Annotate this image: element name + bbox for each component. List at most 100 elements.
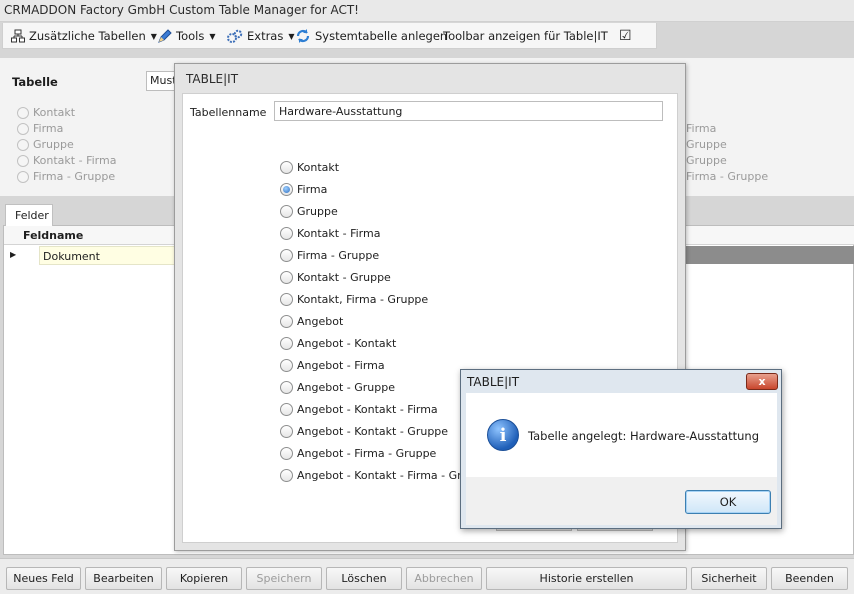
option-kontakt-firma[interactable]: Kontakt - Firma xyxy=(280,227,380,240)
bg-radio-label: Firma - Gruppe xyxy=(33,170,116,183)
option-label: Firma xyxy=(297,183,328,196)
option-gruppe[interactable]: Gruppe xyxy=(280,205,338,218)
tools-label: Tools xyxy=(176,29,205,43)
option-angebot-firma-gruppe[interactable]: Angebot - Firma - Gruppe xyxy=(280,447,436,460)
radio-icon xyxy=(17,106,29,119)
bg-right-option[interactable]: Gruppe xyxy=(686,154,727,167)
abbrechen-button[interactable]: Abbrechen xyxy=(406,567,482,590)
zusaetzliche-tabellen-label: Zusätzliche Tabellen xyxy=(29,29,146,43)
bg-radio-label: Gruppe xyxy=(33,138,74,151)
toolbar: Zusätzliche Tabellen ▼ Tools ▼ Extras ▼ … xyxy=(2,23,657,49)
close-icon: x xyxy=(758,375,766,388)
option-label: Angebot xyxy=(297,315,344,328)
option-label: Angebot - Gruppe xyxy=(297,381,395,394)
bearbeiten-button[interactable]: Bearbeiten xyxy=(85,567,162,590)
bg-radio-firma[interactable]: Firma xyxy=(17,122,63,135)
radio-icon xyxy=(280,249,293,262)
bg-right-option[interactable]: Firma - Gruppe xyxy=(686,170,768,183)
bg-radio-label: Kontakt xyxy=(33,106,76,119)
tabelle-label: Tabelle xyxy=(12,75,58,89)
option-kontakt[interactable]: Kontakt xyxy=(280,161,339,174)
speichern-button[interactable]: Speichern xyxy=(246,567,322,590)
option-angebot-kontakt[interactable]: Angebot - Kontakt xyxy=(280,337,396,350)
radio-icon xyxy=(280,293,293,306)
option-firma[interactable]: Firma xyxy=(280,183,327,196)
message-box-title: TABLE|IT xyxy=(467,375,520,389)
bg-right-option[interactable]: Gruppe xyxy=(686,138,727,151)
app-title: CRMADDON Factory GmbH Custom Table Manag… xyxy=(4,3,359,17)
systemtabelle-anlegen-button[interactable]: Systemtabelle anlegen xyxy=(295,27,447,45)
chevron-down-icon: ▼ xyxy=(209,31,216,41)
tabellenname-input[interactable] xyxy=(274,101,663,121)
chevron-down-icon: ▼ xyxy=(288,31,295,41)
pencil-icon xyxy=(158,28,172,43)
table-tree-icon xyxy=(11,29,25,43)
option-kontakt-firma-gruppe[interactable]: Kontakt, Firma - Gruppe xyxy=(280,293,428,306)
historie-erstellen-button[interactable]: Historie erstellen xyxy=(486,567,687,590)
radio-icon xyxy=(280,403,293,416)
radio-icon xyxy=(280,469,293,482)
option-label: Angebot - Kontakt - Gruppe xyxy=(297,425,449,438)
row-indicator-icon: ▶ xyxy=(10,250,17,259)
bg-radio-kontakt[interactable]: Kontakt xyxy=(17,106,75,119)
zusaetzliche-tabellen-menu[interactable]: Zusätzliche Tabellen ▼ xyxy=(11,27,157,45)
tools-menu[interactable]: Tools ▼ xyxy=(157,27,216,45)
radio-icon xyxy=(280,315,293,328)
loeschen-button[interactable]: Löschen xyxy=(326,567,402,590)
option-label: Kontakt, Firma - Gruppe xyxy=(297,293,429,306)
close-button[interactable]: x xyxy=(746,373,778,390)
radio-icon xyxy=(17,138,29,151)
toolbar-anzeigen-button[interactable]: Toolbar anzeigen für Table|IT xyxy=(443,27,608,45)
option-label: Kontakt - Firma xyxy=(297,227,381,240)
option-angebot-kontakt-gruppe[interactable]: Angebot - Kontakt - Gruppe xyxy=(280,425,448,438)
chevron-down-icon: ▼ xyxy=(150,31,157,41)
option-angebot-kontakt-firma[interactable]: Angebot - Kontakt - Firma xyxy=(280,403,438,416)
option-angebot-kontakt-firma-gruppe[interactable]: Angebot - Kontakt - Firma - Gruppe xyxy=(280,469,489,482)
bg-radio-gruppe[interactable]: Gruppe xyxy=(17,138,74,151)
radio-icon xyxy=(280,381,293,394)
refresh-icon xyxy=(296,29,310,43)
tab-felder[interactable]: Felder xyxy=(5,204,53,226)
info-icon: i xyxy=(487,419,519,451)
radio-icon xyxy=(280,161,293,174)
option-angebot-gruppe[interactable]: Angebot - Gruppe xyxy=(280,381,395,394)
radio-selected-icon xyxy=(280,183,293,196)
option-label: Angebot - Firma xyxy=(297,359,385,372)
option-angebot-firma[interactable]: Angebot - Firma xyxy=(280,359,385,372)
radio-icon xyxy=(280,227,293,240)
dialog-title: TABLE|IT xyxy=(186,72,239,86)
beenden-button[interactable]: Beenden xyxy=(771,567,848,590)
option-label: Firma - Gruppe xyxy=(297,249,380,262)
neues-feld-button[interactable]: Neues Feld xyxy=(6,567,81,590)
radio-icon xyxy=(280,447,293,460)
option-angebot[interactable]: Angebot xyxy=(280,315,343,328)
radio-icon xyxy=(280,271,293,284)
toolbar-check-icon[interactable]: ☑ xyxy=(619,27,632,45)
bg-radio-firma-gruppe[interactable]: Firma - Gruppe xyxy=(17,170,115,183)
radio-icon xyxy=(280,425,293,438)
option-label: Angebot - Firma - Gruppe xyxy=(297,447,437,460)
kopieren-button[interactable]: Kopieren xyxy=(166,567,242,590)
option-firma-gruppe[interactable]: Firma - Gruppe xyxy=(280,249,379,262)
bg-right-option[interactable]: Firma xyxy=(686,122,716,135)
option-label: Angebot - Kontakt - Firma xyxy=(297,403,438,416)
ok-button[interactable]: OK xyxy=(685,490,771,514)
option-label: Kontakt xyxy=(297,161,340,174)
radio-icon xyxy=(17,154,29,167)
extras-menu[interactable]: Extras ▼ xyxy=(227,27,295,45)
radio-icon xyxy=(280,337,293,350)
bg-radio-kontakt-firma[interactable]: Kontakt - Firma xyxy=(17,154,116,167)
option-kontakt-gruppe[interactable]: Kontakt - Gruppe xyxy=(280,271,391,284)
bg-radio-label: Firma xyxy=(33,122,64,135)
selected-row-highlight xyxy=(686,246,854,264)
bg-radio-label: Kontakt - Firma xyxy=(33,154,117,167)
systemtabelle-anlegen-label: Systemtabelle anlegen xyxy=(315,29,448,43)
table-row[interactable]: Dokument xyxy=(39,246,176,265)
column-header-feldname[interactable]: Feldname xyxy=(23,229,83,242)
radio-icon xyxy=(280,359,293,372)
radio-icon xyxy=(17,122,29,135)
sicherheit-button[interactable]: Sicherheit xyxy=(691,567,767,590)
tabellenname-label: Tabellenname xyxy=(190,106,267,119)
option-label: Kontakt - Gruppe xyxy=(297,271,391,284)
gears-icon xyxy=(227,29,243,43)
